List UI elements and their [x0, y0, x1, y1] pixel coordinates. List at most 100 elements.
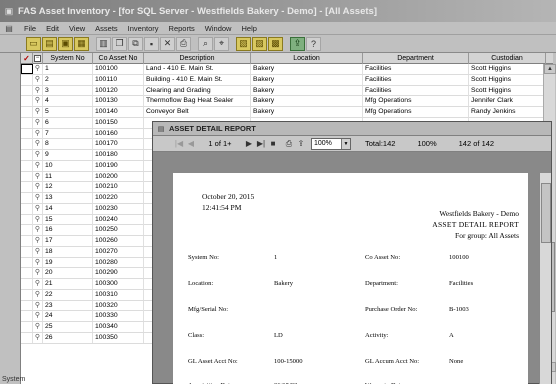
system-no-cell[interactable]: 1: [43, 64, 93, 74]
co-asset-no-cell[interactable]: 100200: [93, 171, 144, 182]
department-cell[interactable]: Facilities: [363, 74, 469, 85]
location-cell[interactable]: Bakery: [251, 74, 363, 85]
stop-icon[interactable]: ■: [267, 139, 279, 148]
location-cell[interactable]: Bakery: [251, 64, 363, 74]
row-selector[interactable]: [21, 64, 33, 74]
column-header-custodian[interactable]: Custodian: [469, 53, 546, 64]
table-row[interactable]: ⚲ 4 100130 Thermoflow Bag Heat Sealer Bakery…: [21, 96, 553, 107]
previous-page-button[interactable]: ◀: [185, 139, 197, 148]
co-asset-no-cell[interactable]: 100340: [93, 322, 144, 332]
co-asset-no-cell[interactable]: 100180: [93, 150, 144, 160]
co-asset-no-cell[interactable]: 100210: [93, 182, 144, 193]
custodian-cell[interactable]: Scott Higgins: [469, 64, 546, 74]
co-asset-no-cell[interactable]: 100230: [93, 203, 144, 214]
system-no-cell[interactable]: 2: [43, 74, 93, 85]
report-c-icon[interactable]: ▩: [268, 36, 283, 51]
location-cell[interactable]: Bakery: [251, 96, 363, 107]
row-selector[interactable]: [21, 257, 33, 268]
description-cell[interactable]: Conveyor Belt: [144, 107, 251, 117]
system-no-cell[interactable]: 5: [43, 107, 93, 117]
co-asset-no-cell[interactable]: 100100: [93, 64, 144, 74]
co-asset-no-cell[interactable]: 100310: [93, 289, 144, 300]
description-cell[interactable]: Land - 410 E. Main St.: [144, 64, 251, 74]
description-cell[interactable]: Building - 410 E. Main St.: [144, 74, 251, 85]
row-selector[interactable]: [21, 279, 33, 289]
co-asset-no-cell[interactable]: 100140: [93, 107, 144, 117]
report-a-icon[interactable]: ▧: [236, 36, 251, 51]
system-no-cell[interactable]: 10: [43, 160, 93, 171]
menu-view[interactable]: View: [64, 24, 90, 33]
menu-inventory[interactable]: Inventory: [123, 24, 164, 33]
row-selector[interactable]: [21, 203, 33, 214]
system-no-cell[interactable]: 11: [43, 171, 93, 182]
export-icon[interactable]: ⇪: [295, 139, 307, 148]
co-asset-no-cell[interactable]: 100240: [93, 214, 144, 225]
row-selector[interactable]: [21, 128, 33, 139]
co-asset-no-cell[interactable]: 100290: [93, 268, 144, 279]
row-selector[interactable]: [21, 193, 33, 203]
last-page-button[interactable]: ▶|: [255, 139, 267, 148]
system-no-cell[interactable]: 25: [43, 322, 93, 332]
menu-help[interactable]: Help: [236, 24, 261, 33]
co-asset-no-cell[interactable]: 100160: [93, 128, 144, 139]
row-selector[interactable]: [21, 332, 33, 343]
system-no-cell[interactable]: 21: [43, 279, 93, 289]
select-all-check-icon[interactable]: ✓: [21, 53, 33, 64]
row-selector[interactable]: [21, 96, 33, 107]
custodian-cell[interactable]: Randy Jenkins: [469, 107, 546, 117]
menu-assets[interactable]: Assets: [90, 24, 123, 33]
report-vertical-scrollbar[interactable]: [539, 173, 551, 384]
department-cell[interactable]: Mfg Operations: [363, 96, 469, 107]
co-asset-no-cell[interactable]: 100190: [93, 160, 144, 171]
system-no-cell[interactable]: 9: [43, 150, 93, 160]
co-asset-no-cell[interactable]: 100270: [93, 246, 144, 257]
delete-icon[interactable]: ✕: [160, 36, 175, 51]
system-no-cell[interactable]: 23: [43, 300, 93, 311]
co-asset-no-cell[interactable]: 100250: [93, 225, 144, 236]
custodian-cell[interactable]: Jennifer Clark: [469, 96, 546, 107]
print-icon[interactable]: ⎙: [176, 36, 191, 51]
zoom-select[interactable]: 100% ▼: [311, 137, 351, 150]
co-asset-no-cell[interactable]: 100110: [93, 74, 144, 85]
report-b-icon[interactable]: ▨: [252, 36, 267, 51]
system-no-cell[interactable]: 16: [43, 225, 93, 236]
system-no-cell[interactable]: 6: [43, 117, 93, 128]
co-asset-no-cell[interactable]: 100350: [93, 332, 144, 343]
row-selector[interactable]: [21, 289, 33, 300]
table-row[interactable]: ⚲ 5 100140 Conveyor Belt Bakery Mfg Operation…: [21, 107, 553, 118]
department-cell[interactable]: Facilities: [363, 64, 469, 74]
row-selector[interactable]: [21, 268, 33, 279]
custodian-cell[interactable]: Scott Higgins: [469, 74, 546, 85]
table-row[interactable]: ⚲ 1 100100 Land - 410 E. Main St. Bakery Faci…: [21, 64, 553, 75]
co-asset-no-cell[interactable]: 100260: [93, 236, 144, 246]
system-no-cell[interactable]: 17: [43, 236, 93, 246]
system-no-cell[interactable]: 19: [43, 257, 93, 268]
binoculars-icon[interactable]: ⌕: [198, 36, 213, 51]
co-asset-no-cell[interactable]: 100150: [93, 117, 144, 128]
report-scroll-thumb[interactable]: [541, 183, 551, 243]
description-cell[interactable]: Clearing and Grading: [144, 85, 251, 96]
system-no-cell[interactable]: 12: [43, 182, 93, 193]
find-next-icon[interactable]: ⌖: [214, 36, 229, 51]
row-selector[interactable]: [21, 150, 33, 160]
row-selector[interactable]: [21, 182, 33, 193]
system-no-cell[interactable]: 18: [43, 246, 93, 257]
row-selector[interactable]: [21, 311, 33, 322]
document-icon[interactable]: ▤: [3, 23, 15, 34]
row-selector[interactable]: [21, 171, 33, 182]
row-selector[interactable]: [21, 117, 33, 128]
row-selector[interactable]: [21, 107, 33, 117]
menu-reports[interactable]: Reports: [164, 24, 200, 33]
grid-icon[interactable]: ▥: [96, 36, 111, 51]
system-no-cell[interactable]: 14: [43, 203, 93, 214]
menu-edit[interactable]: Edit: [41, 24, 64, 33]
column-header-description[interactable]: Description: [144, 53, 251, 64]
first-page-button[interactable]: |◀: [173, 139, 185, 148]
location-cell[interactable]: Bakery: [251, 107, 363, 117]
row-selector[interactable]: [21, 74, 33, 85]
system-no-cell[interactable]: 4: [43, 96, 93, 107]
row-selector[interactable]: [21, 300, 33, 311]
next-page-button[interactable]: ▶: [243, 139, 255, 148]
location-cell[interactable]: Bakery: [251, 85, 363, 96]
system-no-cell[interactable]: 24: [43, 311, 93, 322]
